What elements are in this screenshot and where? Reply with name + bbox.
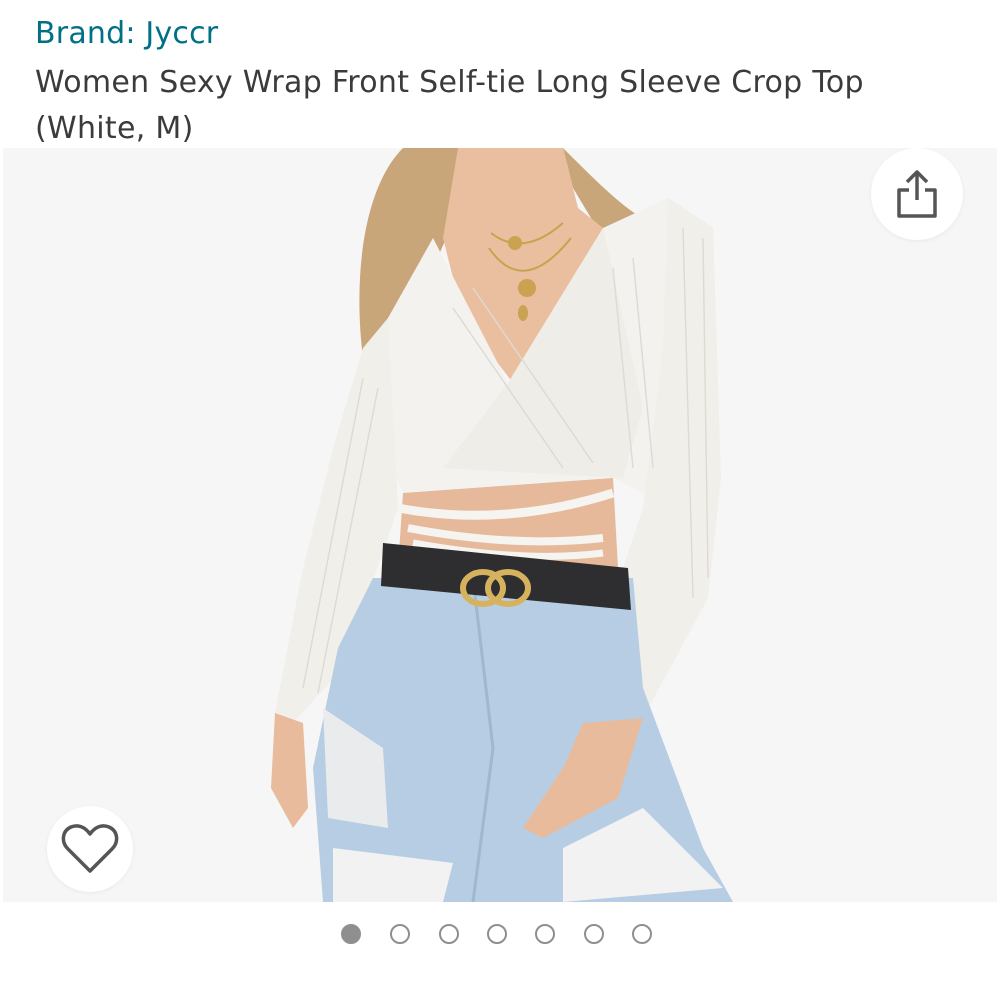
- image-pagination: [0, 924, 1000, 948]
- image-dot-2[interactable]: [390, 924, 410, 944]
- brand-link[interactable]: Brand: Jyccr: [35, 14, 218, 54]
- image-dot-6[interactable]: [584, 924, 604, 944]
- share-button[interactable]: [871, 148, 963, 240]
- heart-outline-icon: [61, 824, 119, 873]
- share-icon: [897, 170, 937, 218]
- image-dot-1[interactable]: [341, 924, 361, 944]
- image-dot-4[interactable]: [487, 924, 507, 944]
- image-dot-3[interactable]: [439, 924, 459, 944]
- product-title: Women Sexy Wrap Front Self-tie Long Slee…: [35, 65, 864, 146]
- image-dot-7[interactable]: [632, 924, 652, 944]
- image-dot-5[interactable]: [535, 924, 555, 944]
- wishlist-button[interactable]: [47, 806, 133, 892]
- product-image: [271, 148, 733, 902]
- product-image-gallery[interactable]: [3, 148, 997, 902]
